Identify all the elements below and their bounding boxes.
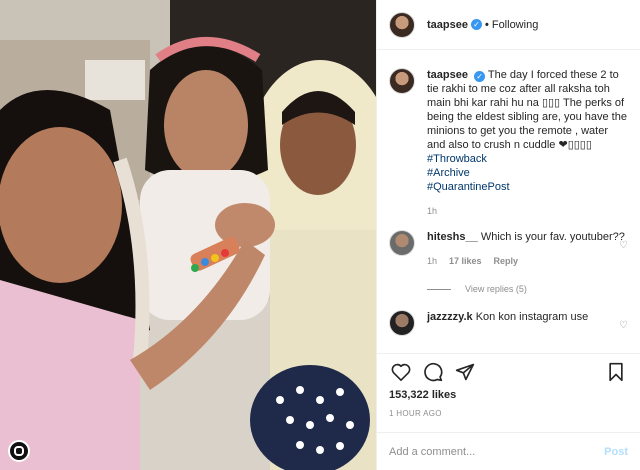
comments-list[interactable]: taapsee ✓ The day I forced these 2 to ti… — [377, 50, 640, 353]
post-timestamp[interactable]: 1 HOUR AGO — [377, 405, 640, 427]
caption-avatar[interactable] — [389, 68, 415, 94]
following-button[interactable]: Following — [492, 19, 538, 31]
caption-time[interactable]: 1h — [427, 204, 437, 218]
author-username[interactable]: taapsee — [427, 19, 468, 31]
comment-item: jazzzzy.k Kon kon instagram use ♡ — [389, 310, 628, 336]
post-comment-button[interactable]: Post — [604, 446, 628, 458]
comment-like-heart-icon[interactable]: ♡ — [619, 320, 628, 331]
verified-badge-icon: ✓ — [470, 19, 482, 30]
likes-count[interactable]: 153,322 likes — [377, 389, 640, 405]
hashtag-throwback[interactable]: #Throwback — [427, 152, 627, 166]
photo-illustration — [0, 0, 376, 470]
heart-icon[interactable] — [389, 360, 413, 384]
caption-text: The day I forced these 2 to tie rakhi to… — [427, 69, 627, 151]
action-bar — [377, 353, 640, 389]
caption-username[interactable]: taapsee — [427, 69, 468, 81]
commenter-avatar[interactable] — [389, 230, 415, 256]
author-avatar[interactable] — [389, 11, 415, 38]
comment-text: Which is your fav. youtuber?? — [480, 231, 625, 243]
verified-badge-icon: ✓ — [474, 71, 486, 82]
share-icon[interactable] — [453, 360, 477, 384]
instagram-icon — [8, 440, 30, 462]
separator-dot: • — [484, 18, 489, 31]
comment-icon[interactable] — [421, 360, 445, 384]
comment-like-heart-icon[interactable]: ♡ — [619, 240, 628, 251]
commenter-username[interactable]: jazzzzy.k — [427, 311, 473, 323]
commenter-username[interactable]: hiteshs__ — [427, 231, 478, 243]
comment-text: Kon kon instagram use — [475, 311, 589, 323]
comment-likes[interactable]: 17 likes — [449, 254, 482, 268]
add-comment-bar: Post — [377, 432, 640, 470]
caption: taapsee ✓ The day I forced these 2 to ti… — [389, 68, 628, 218]
comment-item: hiteshs__ Which is your fav. youtuber?? … — [389, 230, 628, 268]
comment-time[interactable]: 1h — [427, 254, 437, 268]
post-side-panel: taapsee ✓ • Following taapsee ✓ The day … — [376, 0, 640, 470]
commenter-avatar[interactable] — [389, 310, 415, 336]
add-comment-input[interactable] — [389, 445, 605, 458]
hashtag-archive[interactable]: #Archive — [427, 166, 627, 180]
reply-button[interactable]: Reply — [494, 254, 519, 268]
hashtag-quarantinepost[interactable]: #QuarantinePost — [427, 180, 627, 194]
bookmark-icon[interactable] — [604, 360, 628, 384]
post-photo[interactable] — [0, 0, 376, 470]
post-header: taapsee ✓ • Following — [377, 0, 640, 50]
view-replies-button[interactable]: View replies (5) — [427, 284, 628, 294]
